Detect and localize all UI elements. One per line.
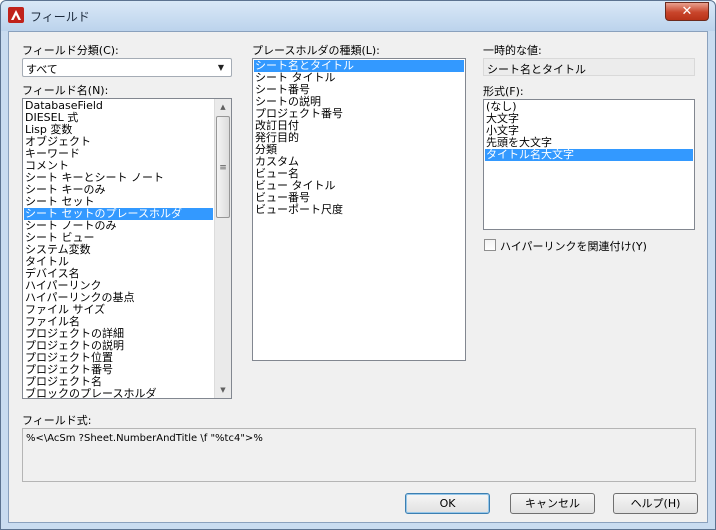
scroll-down-icon[interactable]: ▼ xyxy=(215,382,231,398)
field-expression-text: %<\AcSm ?Sheet.NumberAndTitle \f "%tc4">… xyxy=(26,433,263,444)
close-icon: ✕ xyxy=(681,4,693,19)
category-label: フィールド分類(C): xyxy=(22,44,119,57)
placeholder-type-label: プレースホルダの種類(L): xyxy=(252,44,380,57)
ok-button[interactable]: OK xyxy=(405,493,490,514)
placeholder-type-item[interactable]: ビューポート尺度 xyxy=(254,204,464,216)
autocad-icon xyxy=(8,7,24,23)
format-items: (なし) 大文字 小文字 先頭を大文字 タイトル名大文字 xyxy=(485,101,693,161)
category-select[interactable]: すべて ▼ xyxy=(22,58,232,77)
placeholder-type-list[interactable]: シート名とタイトル シート タイトル シート番号 シートの説明 プロジェクト番号 改訂日付… xyxy=(252,58,466,361)
format-label: 形式(F): xyxy=(483,85,524,98)
help-button[interactable]: ヘルプ(H) xyxy=(613,493,698,514)
temp-value-field: シート名とタイトル xyxy=(483,58,695,76)
field-name-item[interactable]: ブロックのプレースホルダ xyxy=(24,388,213,399)
field-name-list[interactable]: DatabaseField DIESEL 式 Lisp 変数 オブジェクト キーワードコ… xyxy=(22,98,232,399)
field-name-items: DatabaseField DIESEL 式 Lisp 変数 オブジェクト キーワードコ… xyxy=(24,100,213,399)
field-dialog-window: フィールド ✕ フィールド分類(C): すべて ▼ フィールド名(N): Dat… xyxy=(0,0,716,530)
hyperlink-checkbox-label[interactable]: ハイパーリンクを関連付け(Y) xyxy=(500,238,647,254)
window-title: フィールド xyxy=(30,10,90,24)
dialog-body: フィールド分類(C): すべて ▼ フィールド名(N): DatabaseFie… xyxy=(8,31,708,523)
field-list-scrollbar[interactable]: ▲ ≡ ▼ xyxy=(214,99,231,398)
format-list[interactable]: (なし) 大文字 小文字 先頭を大文字 タイトル名大文字 xyxy=(483,99,695,230)
hyperlink-checkbox[interactable] xyxy=(484,239,496,251)
placeholder-type-item[interactable]: 発行目的 xyxy=(254,132,464,144)
chevron-down-icon[interactable]: ▼ xyxy=(213,60,229,75)
cancel-button[interactable]: キャンセル xyxy=(510,493,595,514)
temp-value-text: シート名とタイトル xyxy=(487,63,586,76)
title-bar[interactable]: フィールド ✕ xyxy=(1,1,715,31)
format-item[interactable]: タイトル名大文字 xyxy=(485,149,693,161)
field-expression-box[interactable]: %<\AcSm ?Sheet.NumberAndTitle \f "%tc4">… xyxy=(22,428,696,482)
temp-value-label: 一時的な値: xyxy=(483,44,542,57)
category-selected-value: すべて xyxy=(26,63,58,76)
field-expression-label: フィールド式: xyxy=(22,414,92,427)
field-name-label: フィールド名(N): xyxy=(22,84,109,97)
scroll-up-icon[interactable]: ▲ xyxy=(215,99,231,115)
placeholder-type-items: シート名とタイトル シート タイトル シート番号 シートの説明 プロジェクト番号 改訂日付… xyxy=(254,60,464,216)
close-button[interactable]: ✕ xyxy=(665,2,709,21)
scroll-thumb[interactable]: ≡ xyxy=(216,116,230,218)
